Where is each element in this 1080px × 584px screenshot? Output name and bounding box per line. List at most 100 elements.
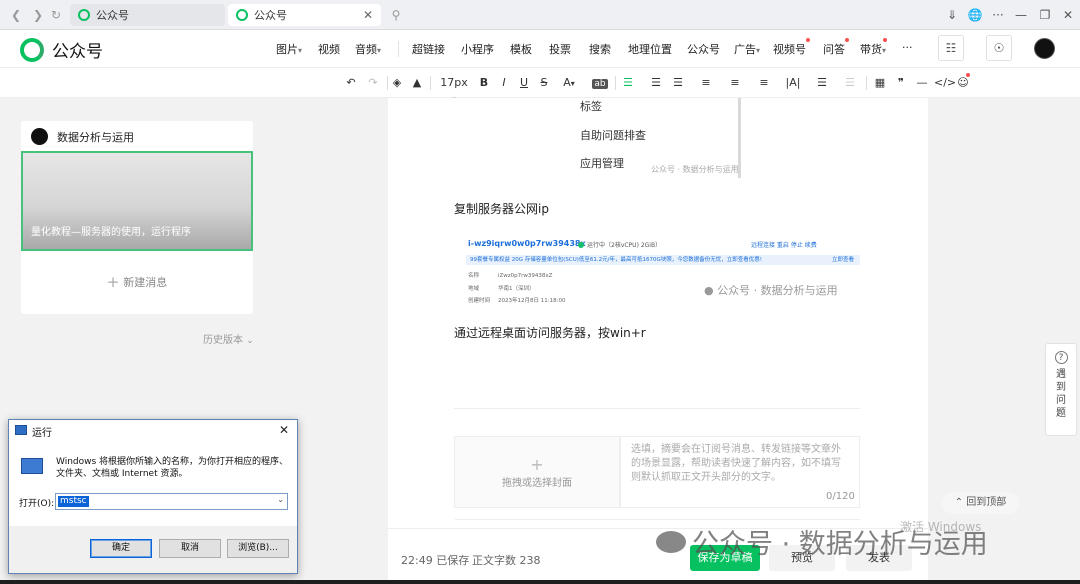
code-icon[interactable]: </> (934, 75, 956, 91)
cover-hint: 拖拽或选择封面 (502, 478, 572, 489)
cancel-button[interactable]: 取消 (159, 539, 221, 558)
plus-icon: + (530, 455, 544, 474)
insert-goods-button[interactable]: 带货▾ (860, 41, 886, 57)
toolbar-divider (866, 76, 867, 90)
list-icon[interactable]: ☰ (814, 75, 830, 91)
tab-label: 公众号 (96, 9, 129, 22)
indent-icon[interactable]: ≡ (698, 75, 714, 91)
reload-icon[interactable]: ↻ (48, 7, 64, 23)
format-toolbar: ↶ ↷ ◈ ▲ 17px ▾ B I U S A▾ ab ☰ ☰ ☰ ≡ ≡ ≡… (0, 68, 1080, 104)
article-cover-item[interactable]: 量化教程—服务器的使用，运行程序 (21, 151, 253, 251)
menu-item: 应用管理 (580, 157, 624, 170)
insert-link-button[interactable]: 超链接 (412, 41, 445, 57)
align-left-icon[interactable]: ☰ (620, 75, 636, 91)
paragraph-spacing-icon[interactable]: ≡ (756, 75, 772, 91)
run-icon (15, 425, 27, 435)
close-icon[interactable]: ✕ (279, 423, 289, 437)
back-icon[interactable]: ❮ (8, 7, 24, 23)
browser-tab-active[interactable]: 公众号 ✕ (228, 4, 381, 26)
align-right-icon[interactable]: ☰ (670, 75, 686, 91)
wechat-icon (656, 530, 686, 553)
back-to-top-button[interactable]: ⌃ 回到顶部 (942, 492, 1019, 514)
chevron-down-icon[interactable]: ⌄ (277, 495, 284, 504)
line-height-icon[interactable]: ≡ (727, 75, 743, 91)
download-icon[interactable]: ⇓ (944, 7, 960, 23)
close-tab-icon[interactable]: ✕ (363, 8, 373, 22)
redo-icon[interactable]: ↷ (366, 75, 380, 91)
new-message-button[interactable]: + 新建消息 (21, 273, 253, 291)
menu-item: 标签 (580, 100, 602, 113)
close-window-icon[interactable]: ✕ (1060, 7, 1076, 23)
article-editor[interactable]: 标签 自助问题排查 应用管理 公众号 · 数据分析与运用 复制服务器公网ip i… (388, 98, 928, 584)
restore-icon[interactable]: ❐ (1037, 7, 1053, 23)
table-icon[interactable]: ▦ (873, 75, 887, 91)
history-version-button[interactable]: 历史版本 ⌄ (203, 331, 254, 346)
account-header: 数据分析与运用 (31, 128, 134, 145)
instance-id: i-wz9iqrw0w0p7rw39438x (468, 239, 586, 248)
emoji-icon[interactable]: ☺ (956, 75, 970, 91)
insert-ad-button[interactable]: 广告▾ (734, 41, 760, 57)
ok-button[interactable]: 确定 (90, 539, 152, 558)
italic-button[interactable]: I (498, 75, 510, 91)
instance-row: 创建时间 2023年12月8日 11:18:00 (468, 298, 566, 304)
cover-picker[interactable]: + 拖拽或选择封面 (454, 436, 620, 508)
insert-channels-button[interactable]: 视频号 (773, 41, 806, 57)
quote-icon[interactable]: ❞ (894, 75, 908, 91)
dialog-titlebar[interactable]: 运行 ✕ (9, 420, 297, 441)
align-center-icon[interactable]: ☰ (648, 75, 664, 91)
insert-qa-button[interactable]: 问答 (823, 41, 845, 57)
scroll-line (738, 98, 741, 178)
insert-account-button[interactable]: 公众号 (687, 41, 720, 57)
insert-image-button[interactable]: 图片▾ (276, 41, 302, 57)
insert-video-button[interactable]: 视频 (318, 41, 340, 57)
insert-search-button[interactable]: 搜索 (589, 41, 611, 57)
format-painter-icon[interactable]: ▲ (410, 75, 424, 91)
toolbar-divider (387, 76, 388, 90)
new-badge (966, 73, 970, 77)
help-float-button[interactable]: ? 遇到问题 (1045, 343, 1077, 436)
highlight-button[interactable]: ab (588, 75, 612, 92)
underline-button[interactable]: U (518, 75, 530, 91)
more-insert-button[interactable]: ··· (902, 41, 913, 54)
promo-band: 99套餐专属权益 20G 存储容量单位包(SCU)低至61.2元/年，最高可抵1… (466, 255, 860, 265)
strikethrough-button[interactable]: S (538, 75, 550, 91)
instance-status: 运行中（2核vCPU) 2GiB） (578, 240, 661, 249)
editor-header: 公众号 图片▾ 视频 音频▾ 超链接 小程序 模板 投票 搜索 地理位置 公众号… (0, 30, 1080, 68)
globe-icon[interactable]: 🌐 (967, 7, 983, 23)
bold-button[interactable]: B (478, 75, 490, 91)
letter-spacing-icon[interactable]: |A| (784, 75, 802, 91)
numbered-list-icon[interactable]: ☰ (842, 75, 858, 91)
summary-input[interactable]: 选填，摘要会在订阅号消息、转发链接等文章外的场景显露，帮助读者快速了解内容，如不… (620, 436, 860, 508)
account-avatar (31, 128, 48, 145)
input-selected-text: mstsc (58, 496, 89, 507)
toolbar-divider (615, 76, 616, 90)
logo[interactable]: 公众号 (20, 37, 103, 62)
font-color-button[interactable]: A▾ (560, 75, 578, 92)
browser-tab-inactive[interactable]: 公众号 (70, 4, 225, 26)
forward-icon[interactable]: ❯ (30, 7, 46, 23)
run-command-input[interactable]: mstsc ⌄ (55, 493, 288, 510)
minimize-icon[interactable]: — (1013, 7, 1029, 23)
shield-icon[interactable]: ☉ (986, 35, 1012, 61)
avatar[interactable] (1034, 38, 1055, 59)
clear-format-icon[interactable]: ◈ (390, 75, 404, 91)
browse-button[interactable]: 浏览(B)... (227, 539, 289, 558)
new-badge (883, 38, 887, 42)
more-icon[interactable]: ··· (990, 7, 1006, 23)
insert-audio-button[interactable]: 音频▾ (355, 41, 381, 57)
insert-miniprogram-button[interactable]: 小程序 (461, 41, 494, 57)
insert-location-button[interactable]: 地理位置 (628, 41, 672, 57)
menu-item: 自助问题排查 (580, 129, 646, 142)
divider-icon[interactable]: — (915, 75, 929, 91)
mobile-preview-icon[interactable]: ☷ (938, 35, 964, 61)
toolbar-divider (398, 41, 399, 57)
image-watermark: ● 公众号 · 数据分析与运用 (704, 284, 838, 297)
wechat-favicon-icon (236, 9, 248, 21)
search-icon[interactable]: ⚲ (388, 7, 404, 23)
undo-icon[interactable]: ↶ (344, 75, 358, 91)
insert-template-button[interactable]: 模板 (510, 41, 532, 57)
paragraph: 通过远程桌面访问服务器，按win+r (454, 326, 646, 340)
insert-vote-button[interactable]: 投票 (549, 41, 571, 57)
divider (454, 408, 860, 409)
instance-row: 名称 iZwz0p7rw39438xZ (468, 273, 553, 279)
